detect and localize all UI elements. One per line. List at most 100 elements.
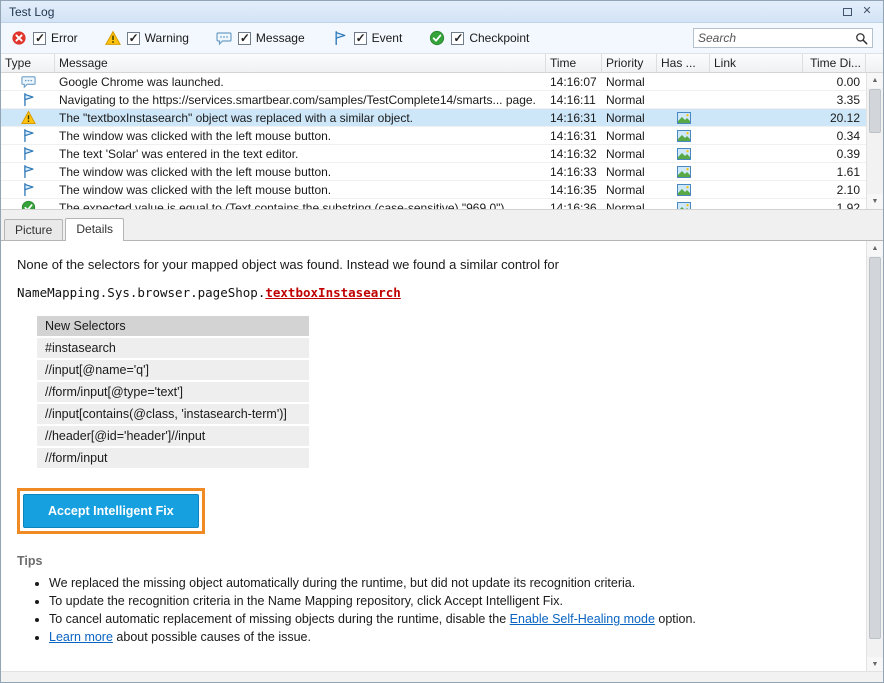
row-time-diff: 0.00 (803, 73, 866, 90)
scroll-down-icon[interactable]: ▼ (867, 194, 883, 209)
warning-icon (105, 30, 121, 46)
warning-label: Warning (145, 31, 189, 45)
scroll-down-icon[interactable]: ▼ (867, 657, 883, 672)
column-header-link[interactable]: Link (710, 54, 803, 72)
filter-toolbar: Error Warning Message Even (1, 23, 883, 54)
tip-text: We replaced the missing object automatic… (49, 576, 635, 590)
log-table: Type Message Time Priority Has ... Link … (1, 54, 883, 209)
event-icon (21, 182, 36, 197)
detail-tabs: Picture Details (1, 217, 883, 240)
tip-text: option. (655, 612, 696, 626)
screenshot-icon (677, 166, 691, 178)
table-row[interactable]: The window was clicked with the left mou… (1, 127, 883, 145)
row-time-diff: 0.39 (803, 145, 866, 162)
checkpoint-checkbox[interactable] (451, 32, 464, 45)
row-time: 14:16:11 (546, 91, 602, 108)
screenshot-icon (677, 130, 691, 142)
row-link (710, 199, 803, 209)
filter-message: Message (216, 30, 305, 46)
error-icon (11, 30, 27, 46)
close-icon[interactable]: ✕ (859, 4, 875, 20)
warning-icon (21, 110, 36, 125)
filter-checkpoint: Checkpoint (429, 30, 529, 46)
self-healing-link[interactable]: Enable Self-Healing mode (510, 612, 655, 626)
float-window-icon[interactable] (839, 4, 855, 20)
tab-picture[interactable]: Picture (4, 219, 63, 240)
test-log-window: Test Log ✕ Error Warning (0, 0, 884, 683)
table-body: Google Chrome was launched. 14:16:07 Nor… (1, 73, 883, 209)
tip-text: To update the recognition criteria in th… (49, 594, 563, 608)
table-row[interactable]: Navigating to the https://services.smart… (1, 91, 883, 109)
selectors-header: New Selectors (37, 316, 309, 338)
table-row[interactable]: The expected value is equal to (Text con… (1, 199, 883, 209)
table-row[interactable]: The window was clicked with the left mou… (1, 163, 883, 181)
splitter[interactable] (1, 209, 883, 217)
row-priority: Normal (602, 73, 657, 90)
table-scrollbar[interactable]: ▲ ▼ (866, 73, 883, 209)
row-message: The window was clicked with the left mou… (55, 127, 546, 144)
table-row-selected[interactable]: The "textboxInstasearch" object was repl… (1, 109, 883, 127)
message-icon (216, 30, 232, 46)
row-time-diff: 1.92 (803, 199, 866, 209)
selector-row[interactable]: //header[@id='header']//input (37, 426, 309, 448)
row-has-image (657, 73, 710, 90)
learn-more-link[interactable]: Learn more (49, 630, 113, 644)
column-header-time-diff[interactable]: Time Di... (803, 54, 866, 72)
column-header-time[interactable]: Time (546, 54, 602, 72)
row-time-diff: 0.34 (803, 127, 866, 144)
accept-intelligent-fix-button[interactable]: Accept Intelligent Fix (23, 494, 199, 528)
row-priority: Normal (602, 181, 657, 198)
search-input[interactable] (698, 31, 855, 45)
filter-warning: Warning (105, 30, 189, 46)
row-priority: Normal (602, 91, 657, 108)
selector-row[interactable]: #instasearch (37, 338, 309, 360)
scroll-up-icon[interactable]: ▲ (867, 241, 883, 256)
selector-row[interactable]: //input[@name='q'] (37, 360, 309, 382)
screenshot-icon (677, 148, 691, 160)
filter-error: Error (11, 30, 78, 46)
warning-checkbox[interactable] (127, 32, 140, 45)
message-checkbox[interactable] (238, 32, 251, 45)
table-row[interactable]: The text 'Solar' was entered in the text… (1, 145, 883, 163)
table-row[interactable]: Google Chrome was launched. 14:16:07 Nor… (1, 73, 883, 91)
row-link (710, 181, 803, 198)
row-time: 14:16:35 (546, 181, 602, 198)
selector-row[interactable]: //form/input[@type='text'] (37, 382, 309, 404)
column-header-message[interactable]: Message (55, 54, 546, 72)
row-priority: Normal (602, 163, 657, 180)
row-link (710, 91, 803, 108)
search-icon[interactable] (855, 32, 868, 45)
mapping-prefix: NameMapping.Sys.browser.pageShop. (17, 285, 265, 300)
row-message: Navigating to the https://services.smart… (55, 91, 546, 108)
row-time-diff: 3.35 (803, 91, 866, 108)
event-checkbox[interactable] (354, 32, 367, 45)
new-selectors-table: New Selectors #instasearch //input[@name… (37, 316, 309, 470)
row-link (710, 109, 803, 126)
column-header-spacer (866, 54, 883, 72)
screenshot-icon (677, 112, 691, 124)
row-has-image (657, 91, 710, 108)
message-label: Message (256, 31, 305, 45)
window-title: Test Log (9, 5, 54, 19)
scrollbar-thumb[interactable] (869, 257, 881, 639)
row-time: 14:16:07 (546, 73, 602, 90)
column-header-type[interactable]: Type (1, 54, 55, 72)
tab-details[interactable]: Details (65, 218, 124, 241)
selector-row[interactable]: //form/input (37, 448, 309, 470)
scroll-up-icon[interactable]: ▲ (867, 73, 883, 88)
row-time: 14:16:32 (546, 145, 602, 162)
table-row[interactable]: The window was clicked with the left mou… (1, 181, 883, 199)
row-time-diff: 2.10 (803, 181, 866, 198)
event-icon (21, 146, 36, 161)
row-time-diff: 1.61 (803, 163, 866, 180)
column-header-priority[interactable]: Priority (602, 54, 657, 72)
column-header-has-image[interactable]: Has ... (657, 54, 710, 72)
error-checkbox[interactable] (33, 32, 46, 45)
selector-row[interactable]: //input[contains(@class, 'instasearch-te… (37, 404, 309, 426)
details-scrollbar[interactable]: ▲ ▼ (866, 241, 883, 672)
row-message: The window was clicked with the left mou… (55, 181, 546, 198)
tips-list: We replaced the missing object automatic… (17, 576, 849, 644)
details-horizontal-scrollbar[interactable] (1, 671, 883, 683)
scrollbar-thumb[interactable] (869, 89, 881, 133)
mapping-highlight[interactable]: textboxInstasearch (265, 285, 400, 300)
